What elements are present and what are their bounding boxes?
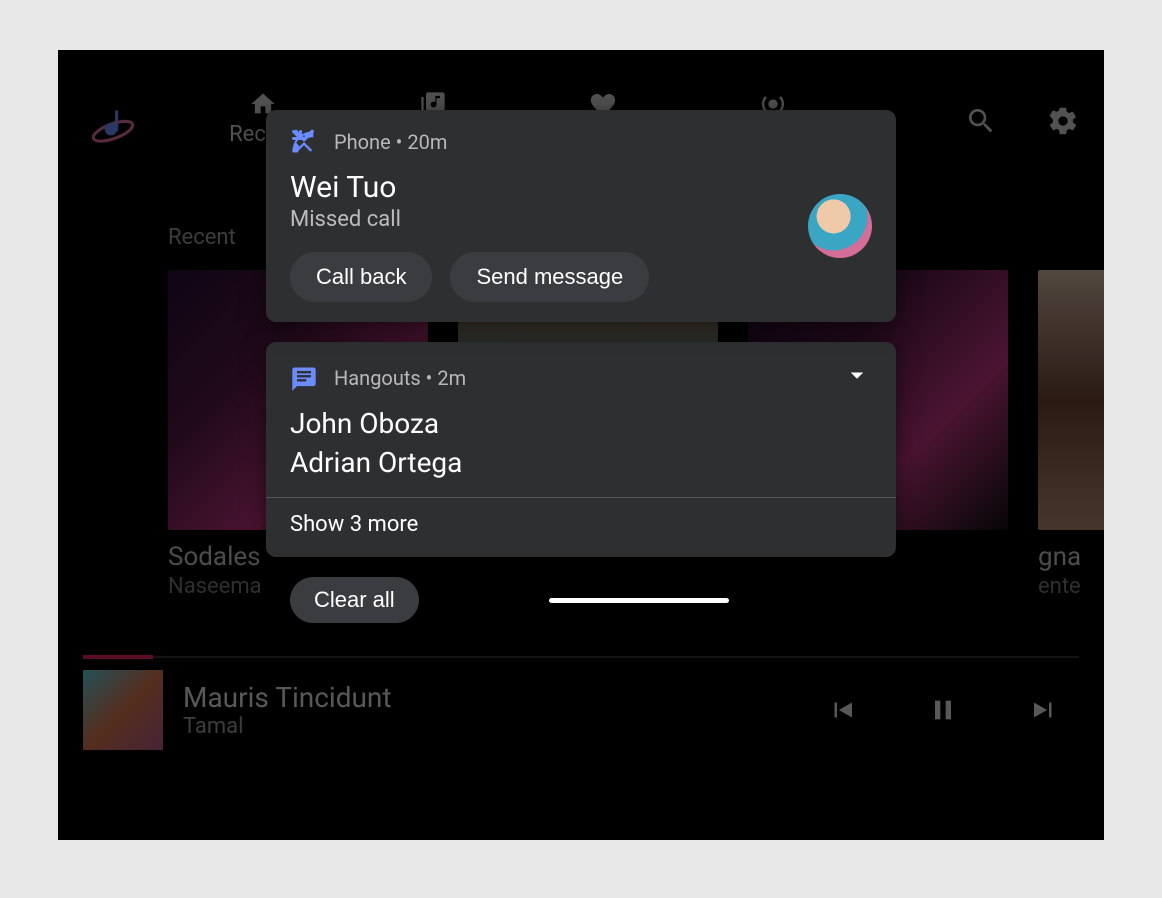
now-playing-title: Mauris Tincidunt — [183, 681, 392, 714]
gear-icon[interactable] — [1047, 105, 1079, 137]
skip-next-icon[interactable] — [1029, 695, 1059, 725]
notification-contact-name: Wei Tuo — [290, 170, 872, 205]
notification-card-hangouts[interactable]: Hangouts • 2m John Oboza Adrian Ortega S… — [266, 342, 896, 557]
playback-progress-fill — [83, 655, 153, 659]
pause-icon[interactable] — [927, 694, 959, 726]
show-more-button[interactable]: Show 3 more — [290, 512, 872, 537]
phone-missed-icon — [290, 128, 318, 156]
now-playing-thumb[interactable] — [83, 670, 163, 750]
clear-all-button[interactable]: Clear all — [290, 577, 419, 623]
app-logo-icon — [88, 100, 138, 150]
skip-previous-icon[interactable] — [827, 695, 857, 725]
divider — [266, 497, 896, 498]
album-title: gna — [1038, 542, 1104, 572]
notification-panel: Phone • 20m Wei Tuo Missed call Call bac… — [266, 110, 896, 623]
notification-subtitle: Missed call — [290, 207, 872, 232]
notification-app-meta: Hangouts • 2m — [334, 366, 466, 390]
contact-avatar — [808, 194, 872, 258]
notification-app-meta: Phone • 20m — [334, 130, 447, 154]
album-artist: ente — [1038, 574, 1104, 599]
call-back-button[interactable]: Call back — [290, 252, 432, 302]
chat-icon — [290, 364, 318, 392]
send-message-button[interactable]: Send message — [450, 252, 649, 302]
notification-card-phone[interactable]: Phone • 20m Wei Tuo Missed call Call bac… — [266, 110, 896, 322]
hangouts-sender-name: John Oboza — [290, 407, 872, 440]
section-heading: Recent — [168, 225, 236, 250]
now-playing-artist: Tamal — [183, 714, 392, 739]
drag-handle[interactable] — [549, 598, 729, 603]
album-cover — [1038, 270, 1104, 530]
music-app-screen: Recent Recent Sodales Naseema gna — [58, 50, 1104, 840]
chevron-down-icon[interactable] — [842, 360, 872, 395]
search-icon[interactable] — [965, 105, 997, 137]
now-playing-bar: Mauris Tincidunt Tamal — [83, 660, 1079, 760]
playback-progress[interactable] — [83, 656, 1079, 658]
album-card[interactable]: gna ente — [1038, 270, 1104, 599]
hangouts-sender-name: Adrian Ortega — [290, 446, 872, 479]
